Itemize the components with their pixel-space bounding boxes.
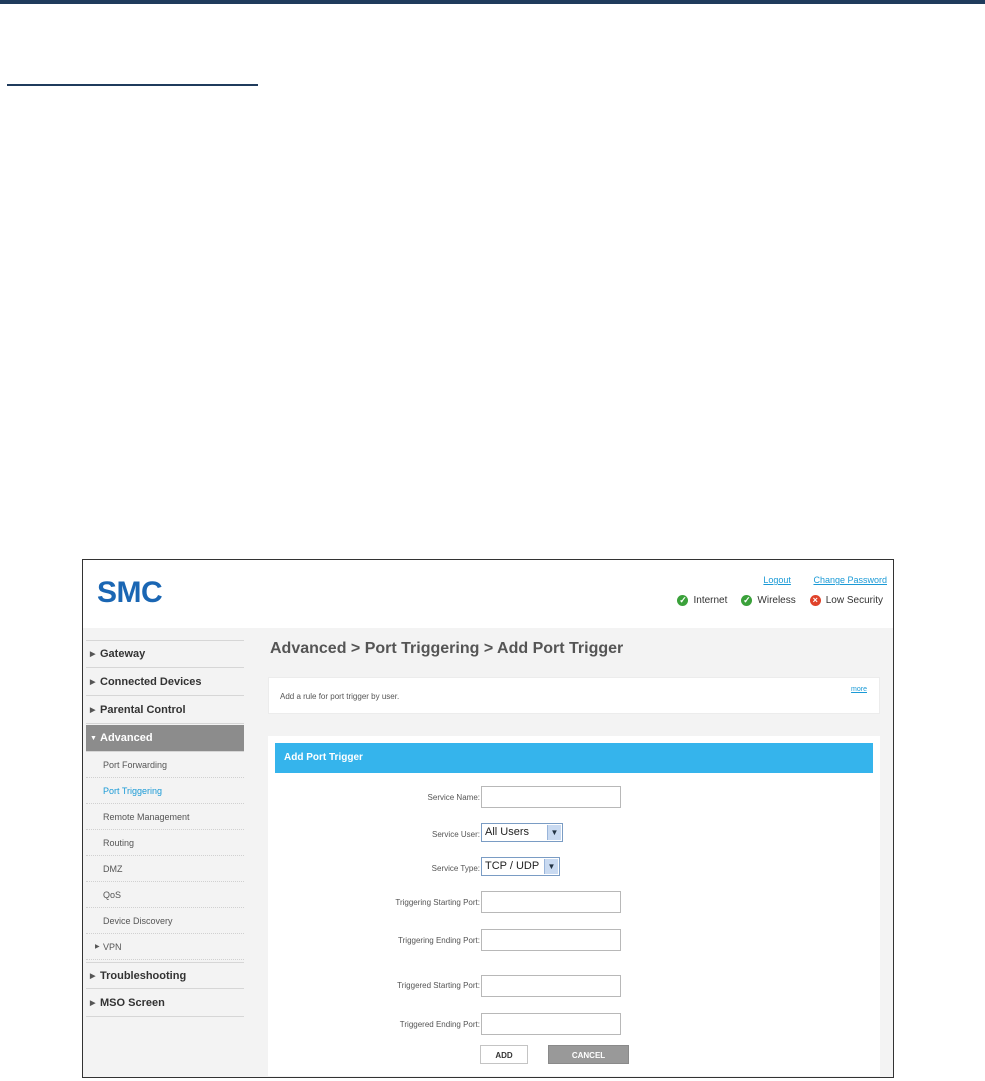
sidebar-subitem-dmz[interactable]: DMZ <box>86 856 244 882</box>
add-button[interactable]: ADD <box>480 1045 528 1064</box>
info-text: Add a rule for port trigger by user. <box>280 692 400 701</box>
sidebar-subitem-port-triggering[interactable]: Port Triggering <box>86 778 244 804</box>
sidebar: ▶ Gateway ▶ Connected Devices ▶ Parental… <box>83 628 245 1077</box>
status-security: × Low Security <box>809 595 883 606</box>
header-links: Logout Change Password <box>743 575 887 585</box>
chevron-down-icon: ▼ <box>90 735 97 742</box>
chevron-right-icon: ▶ <box>90 651 96 658</box>
sidebar-item-advanced[interactable]: ▼ Advanced <box>86 725 244 752</box>
sidebar-item-connected-devices[interactable]: ▶ Connected Devices <box>86 669 244 696</box>
document-top-rule <box>0 0 985 4</box>
sidebar-subitem-routing[interactable]: Routing <box>86 830 244 856</box>
check-icon: ✓ <box>741 595 753 606</box>
dropdown-arrow-icon: ▼ <box>544 859 558 874</box>
smc-logo: SMC <box>97 576 163 609</box>
status-wireless: ✓ Wireless <box>741 595 796 606</box>
sidebar-subitem-device-discovery[interactable]: Device Discovery <box>86 908 244 934</box>
service-name-input[interactable] <box>481 786 621 808</box>
form-header: Add Port Trigger <box>275 743 873 773</box>
page-title: Advanced > Port Triggering > Add Port Tr… <box>270 640 624 657</box>
triggered-ending-port-input[interactable] <box>481 1013 621 1035</box>
service-user-select[interactable]: All Users ▼ <box>481 823 563 842</box>
cancel-button[interactable]: CANCEL <box>548 1045 629 1064</box>
more-link[interactable]: more <box>851 686 867 693</box>
page-header: SMC Logout Change Password ✓ Internet ✓ … <box>83 560 893 628</box>
triggered-ending-port-label: Triggered Ending Port: <box>399 1020 480 1029</box>
triggered-starting-port-label: Triggered Starting Port: <box>397 981 480 990</box>
chevron-right-icon: ▶ <box>90 973 96 980</box>
dropdown-arrow-icon: ▼ <box>547 825 561 840</box>
sidebar-subitem-qos[interactable]: QoS <box>86 882 244 908</box>
sidebar-item-mso-screen[interactable]: ▶ MSO Screen <box>86 990 244 1017</box>
chevron-right-icon: ▶ <box>90 1000 96 1007</box>
triggered-starting-port-input[interactable] <box>481 975 621 997</box>
chevron-right-icon: ▶ <box>90 679 96 686</box>
sidebar-subitem-remote-management[interactable]: Remote Management <box>86 804 244 830</box>
change-password-link[interactable]: Change Password <box>813 575 887 585</box>
service-name-label: Service Name: <box>427 793 480 802</box>
logout-link[interactable]: Logout <box>763 575 791 585</box>
add-port-trigger-form: Add Port Trigger Service Name: Service U… <box>268 736 880 1076</box>
service-type-select[interactable]: TCP / UDP ▼ <box>481 857 560 876</box>
sidebar-item-troubleshooting[interactable]: ▶ Troubleshooting <box>86 962 244 989</box>
triggering-ending-port-input[interactable] <box>481 929 621 951</box>
triggering-starting-port-input[interactable] <box>481 891 621 913</box>
chevron-right-icon: ▶ <box>90 707 96 714</box>
info-box: Add a rule for port trigger by user. mor… <box>268 677 880 714</box>
sidebar-item-gateway[interactable]: ▶ Gateway <box>86 641 244 668</box>
triggering-ending-port-label: Triggering Ending Port: <box>398 936 480 945</box>
sidebar-subitem-vpn[interactable]: ▶ VPN <box>86 934 244 960</box>
triggering-starting-port-label: Triggering Starting Port: <box>395 898 480 907</box>
service-type-label: Service Type: <box>431 864 480 873</box>
router-admin-screenshot: SMC Logout Change Password ✓ Internet ✓ … <box>82 559 894 1078</box>
status-internet: ✓ Internet <box>677 595 728 606</box>
chevron-right-icon: ▶ <box>95 944 100 950</box>
document-heading-underline <box>7 84 258 86</box>
warning-x-icon: × <box>809 595 821 606</box>
sidebar-item-parental-control[interactable]: ▶ Parental Control <box>86 697 244 724</box>
service-user-label: Service User: <box>431 830 480 839</box>
status-bar: ✓ Internet ✓ Wireless × Low Security <box>677 595 883 606</box>
sidebar-subitem-port-forwarding[interactable]: Port Forwarding <box>86 752 244 778</box>
check-icon: ✓ <box>677 595 689 606</box>
